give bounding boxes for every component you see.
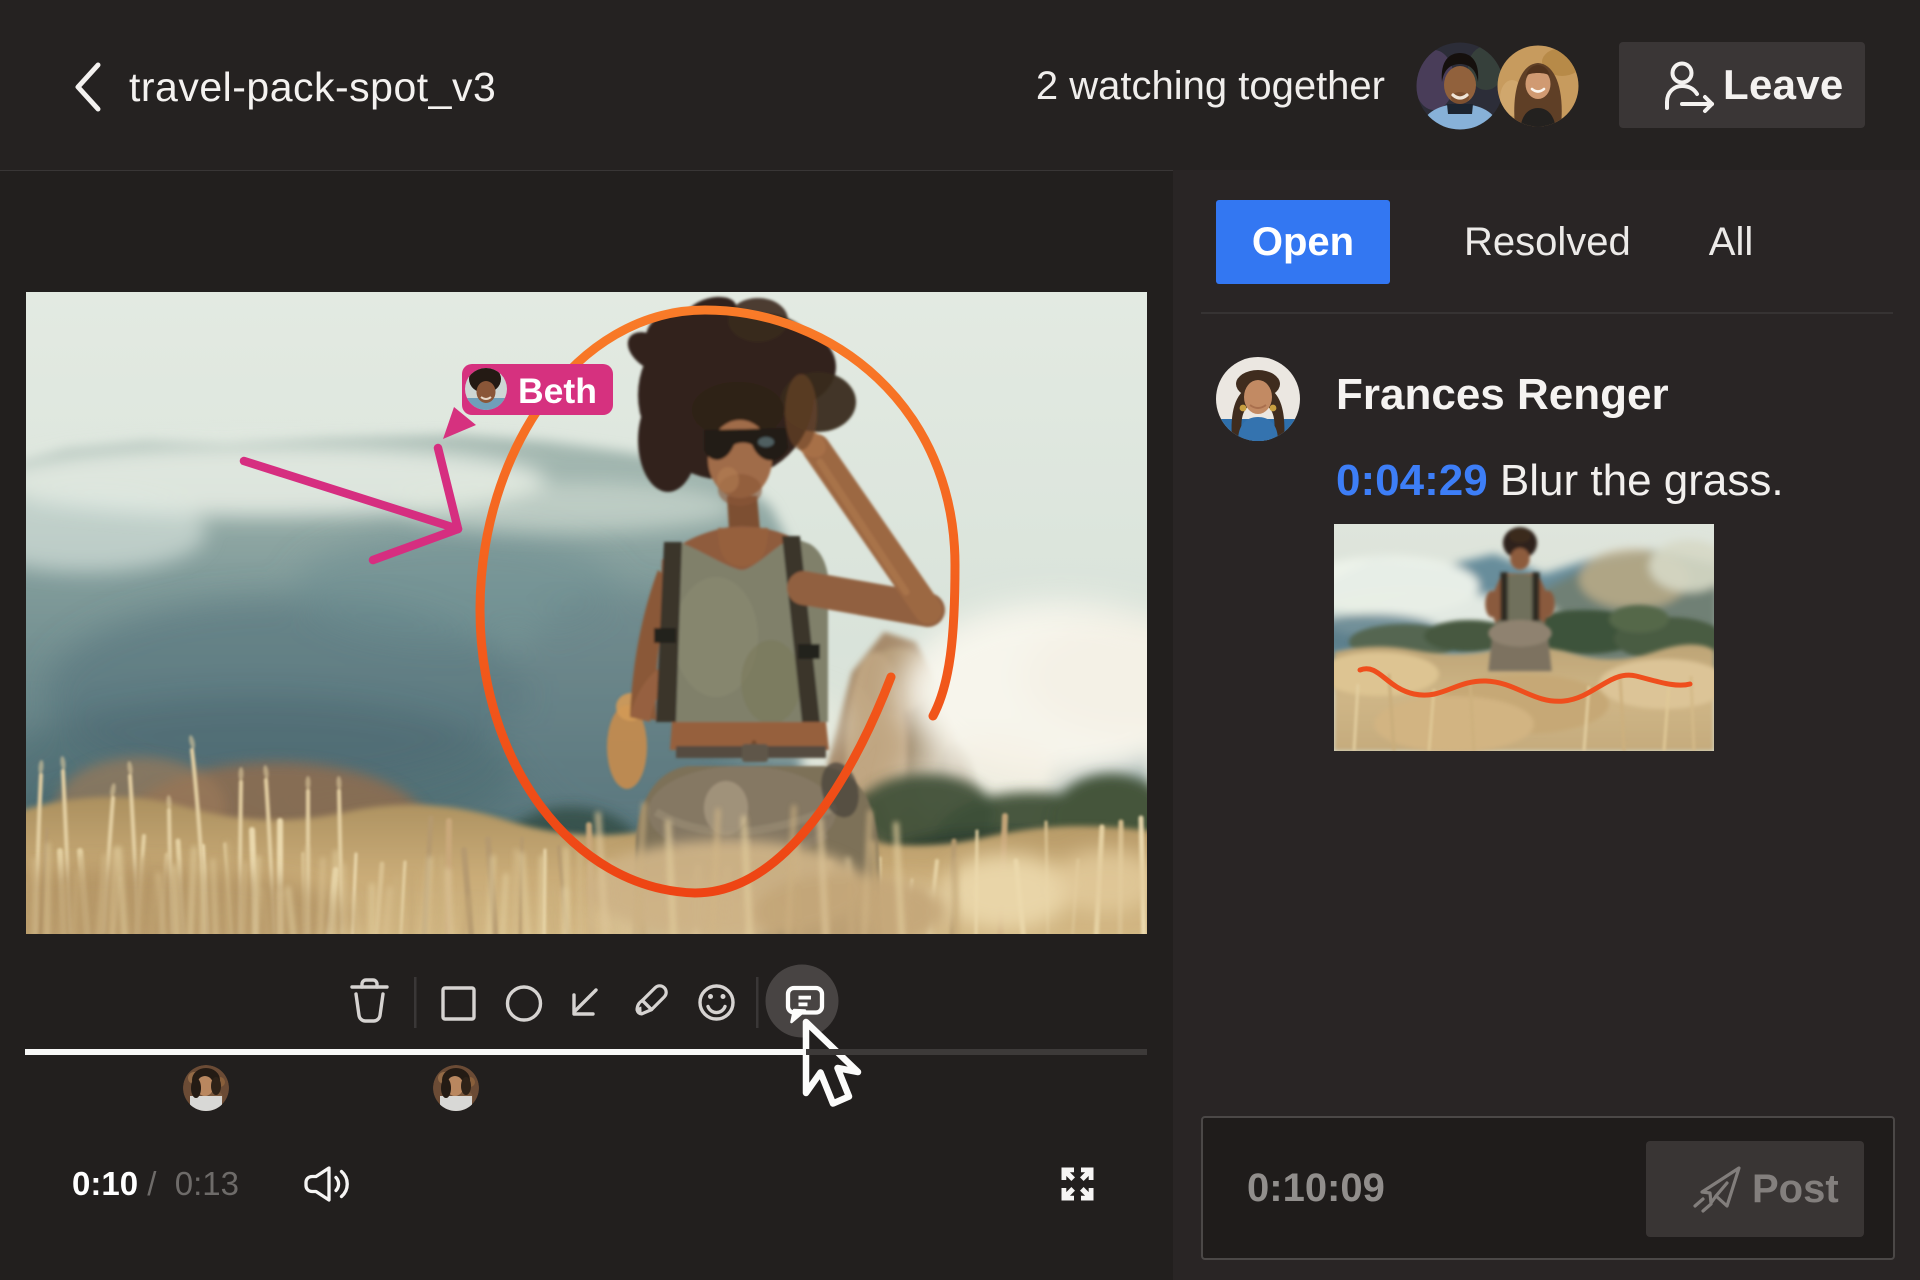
svg-text:Beth: Beth <box>518 371 597 411</box>
